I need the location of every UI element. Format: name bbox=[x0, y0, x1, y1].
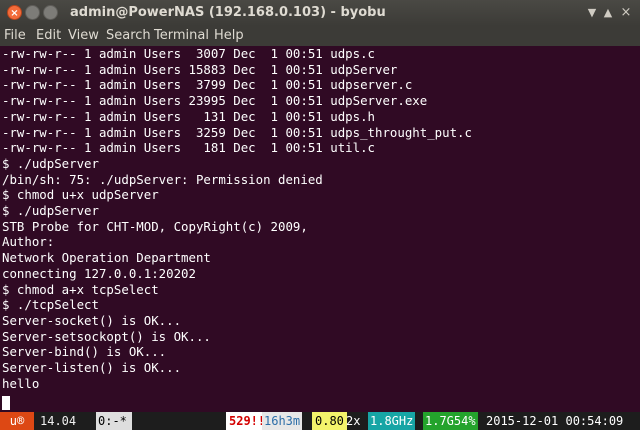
terminal-line: -rw-rw-r-- 1 admin Users 15883 Dec 1 00:… bbox=[2, 61, 398, 77]
arrow-down-icon[interactable]: ▼ bbox=[584, 5, 600, 21]
terminal-line: -rw-rw-r-- 1 admin Users 3259 Dec 1 00:5… bbox=[2, 124, 472, 140]
terminal-line: Server-listen() is OK... bbox=[2, 360, 182, 375]
date-time-indicator: 2015-12-01 00:54:09 bbox=[486, 414, 624, 428]
menu-edit[interactable]: Edit bbox=[36, 28, 61, 43]
terminal-line: hello bbox=[2, 375, 40, 391]
close-window-button[interactable]: × bbox=[7, 5, 22, 20]
terminal-line: -rw-rw-r-- 1 admin Users 181 Dec 1 00:51… bbox=[2, 140, 375, 156]
terminal-line: /bin/sh: 75: ./udpServer: Permission den… bbox=[2, 171, 323, 187]
menu-search[interactable]: Search bbox=[106, 28, 151, 43]
terminal-line: -rw-rw-r-- 1 admin Users 131 Dec 1 00:51… bbox=[2, 108, 375, 124]
maximize-window-button[interactable] bbox=[43, 5, 58, 20]
menu-terminal[interactable]: Terminal bbox=[154, 28, 209, 43]
terminal-line: Server-setsockopt() is OK... bbox=[2, 328, 211, 344]
terminal-line: -rw-rw-r-- 1 admin Users 3799 Dec 1 00:5… bbox=[2, 77, 413, 93]
terminal-line: Server-bind() is OK... bbox=[2, 344, 167, 360]
cpu-count-indicator: 2x bbox=[346, 414, 361, 428]
uptime-indicator: 16h3m bbox=[262, 412, 303, 430]
terminal-line: connecting 127.0.0.1:20202 bbox=[2, 265, 196, 281]
load-average-indicator: 0.80 bbox=[312, 412, 347, 430]
terminal-line: Author: bbox=[2, 234, 55, 250]
terminal-line: -rw-rw-r-- 1 admin Users 23995 Dec 1 00:… bbox=[2, 93, 428, 109]
byobu-status-bar: u® 14.04 0:-* 529!! 16h3m 0.80 2x 1.8GHz… bbox=[0, 412, 640, 430]
terminal-line: Server-socket() is OK... bbox=[2, 312, 182, 328]
session-window-tab[interactable]: 0:-* bbox=[96, 412, 132, 430]
cpu-frequency-indicator: 1.8GHz bbox=[368, 412, 416, 430]
memory-usage-indicator: 1.7G54% bbox=[423, 412, 478, 430]
terminal-line: $ ./udpServer bbox=[2, 203, 99, 218]
terminal-line: $ chmod u+x udpServer bbox=[2, 187, 159, 203]
menu-file[interactable]: File bbox=[4, 28, 26, 43]
window-titlebar: × admin@PowerNAS (192.168.0.103) - byobu… bbox=[0, 0, 640, 26]
arrow-up-icon[interactable]: ▲ bbox=[600, 5, 616, 21]
terminal-line: STB Probe for CHT-MOD, CopyRight(c) 2009… bbox=[2, 218, 308, 234]
terminal-cursor bbox=[2, 396, 10, 410]
menubar: File Edit View Search Terminal Help bbox=[0, 26, 640, 46]
terminal-line: $ chmod a+x tcpSelect bbox=[2, 281, 159, 297]
window-title: admin@PowerNAS (192.168.0.103) - byobu bbox=[70, 5, 386, 20]
distro-badge: u® bbox=[0, 412, 34, 430]
terminal-output[interactable]: -rw-rw-r-- 1 admin Users 3007 Dec 1 00:5… bbox=[0, 46, 640, 412]
release-version: 14.04 bbox=[40, 414, 77, 428]
terminal-line: $ ./udpServer bbox=[2, 155, 99, 171]
menu-help[interactable]: Help bbox=[214, 28, 244, 43]
menu-view[interactable]: View bbox=[68, 28, 99, 43]
minimize-window-button[interactable] bbox=[25, 5, 40, 20]
terminal-line: -rw-rw-r-- 1 admin Users 3007 Dec 1 00:5… bbox=[2, 46, 375, 61]
terminal-line: $ ./tcpSelect bbox=[2, 297, 99, 313]
terminal-line: Network Operation Department bbox=[2, 250, 211, 266]
close-icon[interactable]: × bbox=[618, 5, 634, 21]
